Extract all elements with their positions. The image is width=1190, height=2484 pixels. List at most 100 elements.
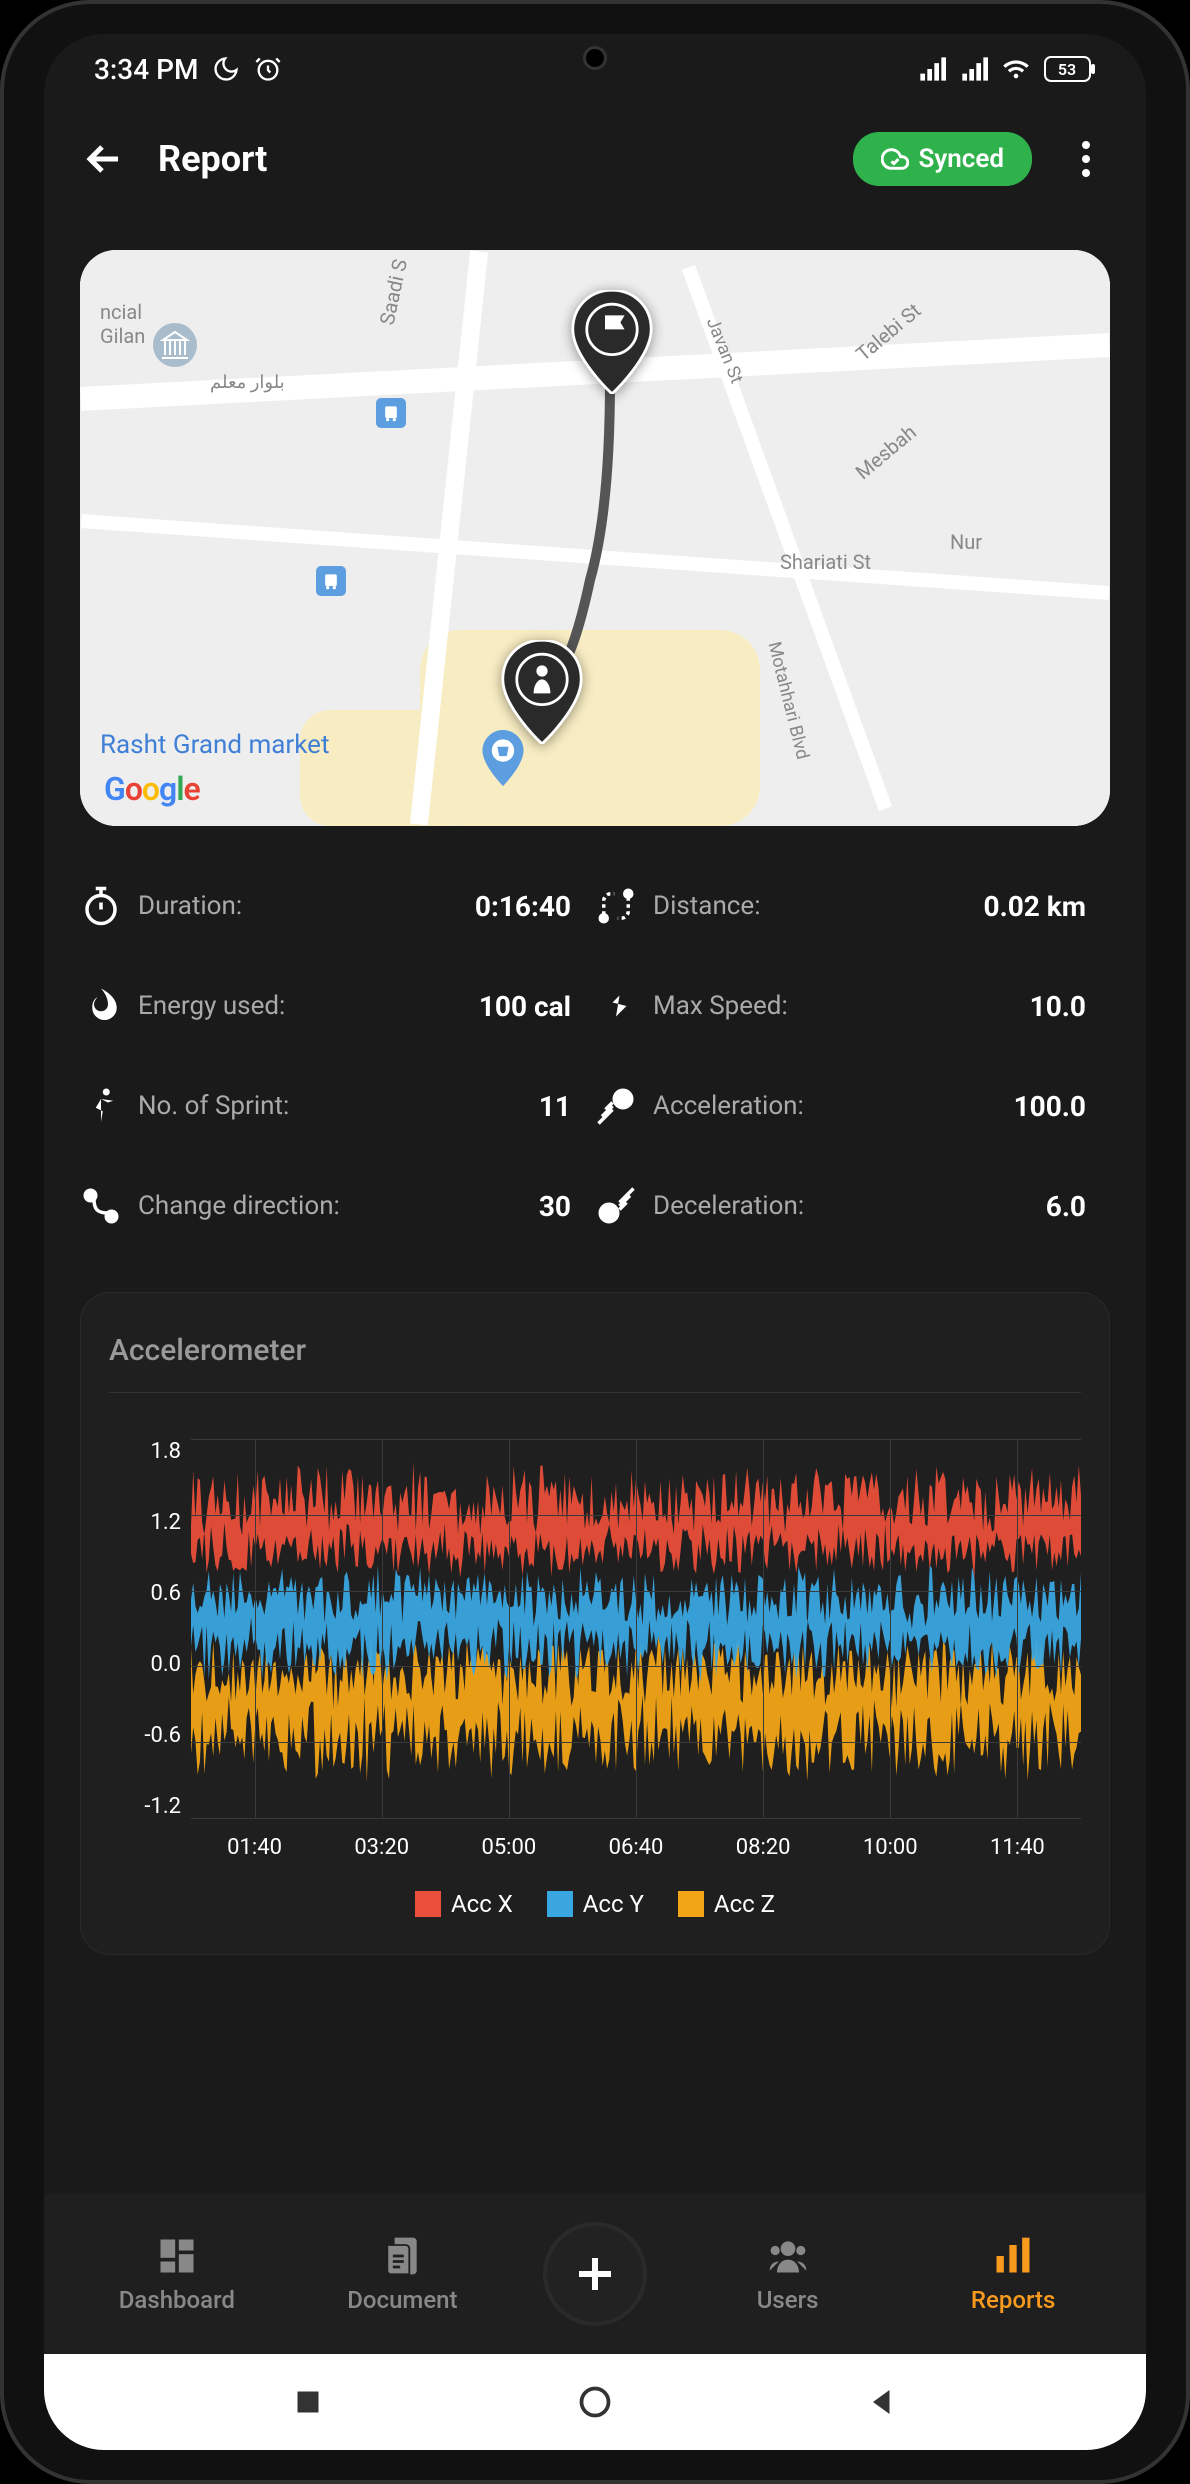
stat-value: 100.0 xyxy=(1014,1090,1110,1123)
legend-swatch xyxy=(547,1891,573,1917)
google-logo: Google xyxy=(104,770,200,808)
y-tick: 0.6 xyxy=(109,1581,181,1606)
accelerometer-chart-card: Accelerometer 1.81.20.60.0-0.6-1.2 01:40… xyxy=(80,1292,1110,1955)
x-tick: 10:00 xyxy=(827,1835,954,1860)
chart-legend: Acc X Acc Y Acc Z xyxy=(109,1890,1081,1918)
screen: 3:34 PM 53 Report Synced xyxy=(44,34,1146,2450)
y-tick: -1.2 xyxy=(109,1794,181,1819)
page-title: Report xyxy=(158,138,823,180)
map-view[interactable]: ncial Gilan Saadi S بلوار معلم Javan St … xyxy=(80,250,1110,826)
stat-energy: Energy used: 100 cal xyxy=(80,956,595,1056)
back-system-button[interactable] xyxy=(864,2384,900,2420)
map-label: Shariati St xyxy=(780,550,871,574)
x-tick: 08:20 xyxy=(700,1835,827,1860)
x-tick: 05:00 xyxy=(445,1835,572,1860)
chart-x-axis: 01:4003:2005:0006:4008:2010:0011:40 xyxy=(109,1835,1081,1860)
legend-item: Acc Z xyxy=(678,1890,775,1918)
sync-label: Synced xyxy=(919,144,1005,174)
nav-document[interactable]: Document xyxy=(317,2234,487,2314)
x-tick: 11:40 xyxy=(954,1835,1081,1860)
nav-users[interactable]: Users xyxy=(703,2234,873,2314)
stat-value: 0:16:40 xyxy=(475,890,595,923)
legend-swatch xyxy=(415,1891,441,1917)
dashboard-icon xyxy=(155,2234,199,2278)
bottom-navigation: Dashboard Document Users Reports xyxy=(44,2194,1146,2354)
phone-notch xyxy=(583,46,607,70)
nav-label: Reports xyxy=(971,2286,1055,2314)
map-pin-start[interactable] xyxy=(500,640,584,744)
bus-stop-icon xyxy=(376,398,406,428)
stat-decel: Deceleration: 6.0 xyxy=(595,1156,1110,1256)
stat-maxspeed: Max Speed: 10.0 xyxy=(595,956,1110,1056)
phone-frame: 3:34 PM 53 Report Synced xyxy=(0,0,1190,2484)
nav-label: Users xyxy=(757,2286,819,2314)
stat-label: Acceleration: xyxy=(653,1091,998,1121)
stat-sprint: No. of Sprint: 11 xyxy=(80,1056,595,1156)
map-label: بلوار معلم xyxy=(210,372,285,393)
stat-value: 10.0 xyxy=(1030,990,1110,1023)
stat-value: 6.0 xyxy=(1046,1190,1110,1223)
x-tick: 03:20 xyxy=(318,1835,445,1860)
nav-dashboard[interactable]: Dashboard xyxy=(92,2234,262,2314)
more-menu-button[interactable] xyxy=(1062,135,1110,183)
home-button[interactable] xyxy=(577,2384,613,2420)
stat-label: Distance: xyxy=(653,891,968,921)
legend-item: Acc Y xyxy=(547,1890,644,1918)
route-icon xyxy=(595,885,637,927)
app-header: Report Synced xyxy=(44,104,1146,214)
direction-icon xyxy=(80,1185,122,1227)
recent-apps-button[interactable] xyxy=(290,2384,326,2420)
speed-icon xyxy=(595,985,637,1027)
nav-label: Dashboard xyxy=(119,2286,235,2314)
poi-museum-icon xyxy=(150,320,200,370)
stat-value: 11 xyxy=(539,1090,595,1123)
moon-icon xyxy=(212,55,240,83)
signal-1-icon xyxy=(918,55,946,83)
svg-text:53: 53 xyxy=(1058,60,1076,79)
stat-value: 0.02 km xyxy=(984,890,1110,923)
y-tick: -0.6 xyxy=(109,1723,181,1748)
bus-stop-icon xyxy=(316,566,346,596)
map-pin-end[interactable] xyxy=(570,290,654,394)
legend-label: Acc Z xyxy=(714,1890,775,1918)
sync-status-badge[interactable]: Synced xyxy=(853,132,1033,186)
document-icon xyxy=(380,2234,424,2278)
stat-label: No. of Sprint: xyxy=(138,1091,523,1121)
y-tick: 1.2 xyxy=(109,1510,181,1535)
stat-direction: Change direction: 30 xyxy=(80,1156,595,1256)
signal-2-icon xyxy=(960,55,988,83)
stat-label: Change direction: xyxy=(138,1191,523,1221)
nav-add-button[interactable] xyxy=(543,2222,647,2326)
map-label-market: Rasht Grand market xyxy=(100,730,329,760)
users-icon xyxy=(766,2234,810,2278)
status-time: 3:34 PM xyxy=(94,53,198,86)
legend-label: Acc X xyxy=(451,1890,513,1918)
stat-value: 30 xyxy=(539,1190,595,1223)
decel-icon xyxy=(595,1185,637,1227)
fire-icon xyxy=(80,985,122,1027)
accel-icon xyxy=(595,1085,637,1127)
android-system-nav xyxy=(44,2354,1146,2450)
battery-icon: 53 xyxy=(1044,56,1096,82)
legend-item: Acc X xyxy=(415,1890,513,1918)
x-tick: 01:40 xyxy=(191,1835,318,1860)
chart-divider xyxy=(109,1392,1081,1393)
stats-grid: Duration: 0:16:40 Distance: 0.02 km Ener… xyxy=(80,826,1110,1292)
chart-plot-area[interactable]: 1.81.20.60.0-0.6-1.2 xyxy=(109,1439,1081,1819)
back-button[interactable] xyxy=(80,135,128,183)
reports-icon xyxy=(991,2234,1035,2278)
stat-label: Max Speed: xyxy=(653,991,1014,1021)
stat-value: 100 cal xyxy=(479,990,595,1023)
cloud-check-icon xyxy=(881,145,909,173)
plus-icon xyxy=(571,2250,619,2298)
y-tick: 1.8 xyxy=(109,1439,181,1464)
nav-reports[interactable]: Reports xyxy=(928,2234,1098,2314)
stat-label: Energy used: xyxy=(138,991,463,1021)
stat-distance: Distance: 0.02 km xyxy=(595,856,1110,956)
content-area: ncial Gilan Saadi S بلوار معلم Javan St … xyxy=(44,214,1146,2194)
stat-label: Deceleration: xyxy=(653,1191,1030,1221)
chart-title: Accelerometer xyxy=(109,1333,1081,1368)
stat-accel: Acceleration: 100.0 xyxy=(595,1056,1110,1156)
x-tick: 06:40 xyxy=(572,1835,699,1860)
legend-label: Acc Y xyxy=(583,1890,644,1918)
